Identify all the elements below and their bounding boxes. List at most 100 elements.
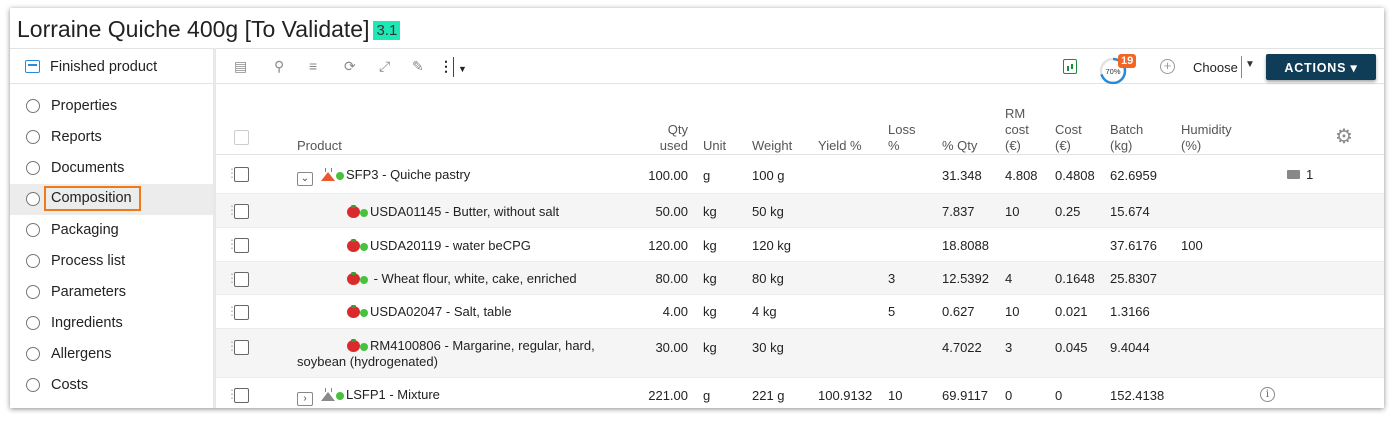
product-cell[interactable]: - Wheat flour, white, cake, enriched: [347, 271, 577, 286]
product-cell[interactable]: ⌄ SFP3 - Quiche pastry: [297, 167, 470, 186]
col-pct-qty[interactable]: % Qty: [942, 138, 977, 154]
unit-cell[interactable]: kg: [703, 340, 717, 355]
weight-cell[interactable]: 4 kg: [752, 304, 777, 319]
loss-cell[interactable]: 10: [888, 388, 902, 403]
table-row[interactable]: ⋮ USDA02047 - Salt, table 4.00 kg 4 kg 5…: [216, 295, 1384, 329]
row-checkbox[interactable]: [234, 167, 249, 182]
weight-cell[interactable]: 30 kg: [752, 340, 784, 355]
radio-icon: [26, 130, 40, 144]
row-checkbox[interactable]: [234, 305, 249, 320]
unit-cell[interactable]: g: [703, 168, 710, 183]
row-checkbox[interactable]: [234, 340, 249, 355]
product-cell[interactable]: › LSFP1 - Mixture: [297, 387, 440, 406]
unit-cell[interactable]: kg: [703, 238, 717, 253]
qty-cell[interactable]: 120.00: [636, 238, 688, 253]
sidebar-item-costs[interactable]: Costs: [10, 370, 213, 401]
col-humidity-line1: Humidity: [1181, 122, 1232, 137]
col-unit[interactable]: Unit: [703, 138, 726, 154]
table-row[interactable]: ⋮ › LSFP1 - Mixture 221.00 g 221 g 100.91…: [216, 378, 1384, 408]
col-loss[interactable]: Loss%: [888, 122, 915, 154]
expand-icon[interactable]: ›: [297, 392, 313, 406]
table-row[interactable]: ⋮ RM4100806 - Margarine, regular, hard, s…: [216, 329, 1384, 378]
add-circle-icon[interactable]: +: [1160, 59, 1175, 74]
col-rm-cost[interactable]: RM cost (€): [1005, 106, 1029, 154]
choose-select[interactable]: Choose: [1193, 60, 1238, 75]
product-cell[interactable]: RM4100806 - Margarine, regular, hard, soy…: [297, 338, 617, 370]
loss-cell[interactable]: 3: [888, 271, 895, 286]
info-icon[interactable]: i: [1260, 387, 1275, 402]
table-row[interactable]: ⋮ USDA01145 - Butter, without salt 50.00…: [216, 194, 1384, 228]
add-row-icon[interactable]: ≡: [309, 58, 317, 74]
choose-dropdown-icon[interactable]: ▼: [1245, 59, 1255, 70]
table-row[interactable]: ⋮ - Wheat flour, white, cake, enriched 8…: [216, 262, 1384, 295]
excel-export-icon[interactable]: [1063, 59, 1077, 74]
gear-icon[interactable]: ⚙: [1335, 127, 1353, 147]
dropdown-icon[interactable]: ▼: [458, 61, 467, 77]
col-cost[interactable]: Cost (€): [1055, 122, 1082, 154]
weight-cell[interactable]: 50 kg: [752, 204, 784, 219]
edit-icon[interactable]: ✎: [412, 58, 424, 74]
status-dot: [336, 172, 344, 180]
unit-cell[interactable]: kg: [703, 304, 717, 319]
sidebar-item-reports[interactable]: Reports: [10, 122, 213, 153]
product-cell[interactable]: USDA20119 - water beCPG: [347, 238, 531, 253]
drag-handle-icon[interactable]: ⋮: [226, 387, 238, 408]
product-cell[interactable]: USDA01145 - Butter, without salt: [347, 204, 559, 219]
completion-progress[interactable]: 70% 19: [1096, 54, 1144, 84]
packaging-icon[interactable]: [1287, 170, 1300, 179]
col-batch[interactable]: Batch (kg): [1110, 122, 1143, 154]
status-dot: [336, 392, 344, 400]
radio-icon: [26, 285, 40, 299]
weight-cell[interactable]: 100 g: [752, 168, 785, 183]
sidebar-header[interactable]: Finished product: [10, 48, 213, 84]
sidebar-item-allergens[interactable]: Allergens: [10, 339, 213, 370]
sidebar-item-packaging[interactable]: Packaging: [10, 215, 213, 246]
composition-grid: Product Qty used Unit Weight Yield % Loss…: [216, 85, 1384, 408]
loss-cell[interactable]: 5: [888, 304, 895, 319]
refresh-icon[interactable]: ⟳: [344, 58, 356, 74]
table-row[interactable]: ⋮ USDA20119 - water beCPG 120.00 kg 120 …: [216, 228, 1384, 262]
app-window: Lorraine Quiche 400g [To Validate] 3.1 Fi…: [10, 8, 1384, 408]
qty-cell[interactable]: 30.00: [636, 340, 688, 355]
col-humidity[interactable]: Humidity (%): [1181, 122, 1232, 154]
unit-cell[interactable]: kg: [703, 204, 717, 219]
cost-cell: 0.25: [1055, 204, 1081, 219]
product-cell[interactable]: USDA02047 - Salt, table: [347, 304, 512, 319]
status-dot: [360, 309, 368, 317]
unit-cell[interactable]: kg: [703, 271, 717, 286]
row-checkbox[interactable]: [234, 272, 249, 287]
qty-cell[interactable]: 4.00: [636, 304, 688, 319]
collapse-icon[interactable]: ⌄: [297, 172, 313, 186]
col-yield[interactable]: Yield %: [818, 138, 862, 154]
search-icon[interactable]: ⚲: [274, 58, 284, 74]
notification-badge[interactable]: 19: [1118, 54, 1137, 68]
fullscreen-icon[interactable]: ⤢: [379, 58, 390, 74]
humidity-cell: 100: [1181, 238, 1203, 253]
weight-cell[interactable]: 120 kg: [752, 238, 791, 253]
unit-cell[interactable]: g: [703, 388, 710, 403]
sidebar-item-composition[interactable]: Composition: [10, 184, 213, 215]
qty-cell[interactable]: 221.00: [636, 388, 688, 403]
sidebar-item-properties[interactable]: Properties: [10, 91, 213, 122]
row-checkbox[interactable]: [234, 204, 249, 219]
sidebar-item-ingredients[interactable]: Ingredients: [10, 308, 213, 339]
more-icon[interactable]: ⋮: [439, 58, 453, 74]
qty-cell[interactable]: 50.00: [636, 204, 688, 219]
actions-button[interactable]: ACTIONS ▾: [1266, 54, 1376, 80]
row-checkbox[interactable]: [234, 238, 249, 253]
table-row[interactable]: ⋮ ⌄ SFP3 - Quiche pastry 100.00 g 100 g 3…: [216, 155, 1384, 194]
weight-cell[interactable]: 221 g: [752, 388, 785, 403]
col-product[interactable]: Product: [297, 138, 342, 154]
row-checkbox[interactable]: [234, 388, 249, 403]
weight-cell[interactable]: 80 kg: [752, 271, 784, 286]
sidebar-item-process-list[interactable]: Process list: [10, 246, 213, 277]
col-weight[interactable]: Weight: [752, 138, 792, 154]
export-icon[interactable]: ▤: [234, 58, 247, 74]
sidebar-item-documents[interactable]: Documents: [10, 153, 213, 184]
qty-cell[interactable]: 100.00: [636, 168, 688, 183]
qty-cell[interactable]: 80.00: [636, 271, 688, 286]
yield-cell[interactable]: 100.9132: [818, 388, 872, 403]
select-all-checkbox[interactable]: [234, 130, 249, 145]
sidebar-item-parameters[interactable]: Parameters: [10, 277, 213, 308]
col-qty-used[interactable]: Qty used: [648, 122, 688, 154]
